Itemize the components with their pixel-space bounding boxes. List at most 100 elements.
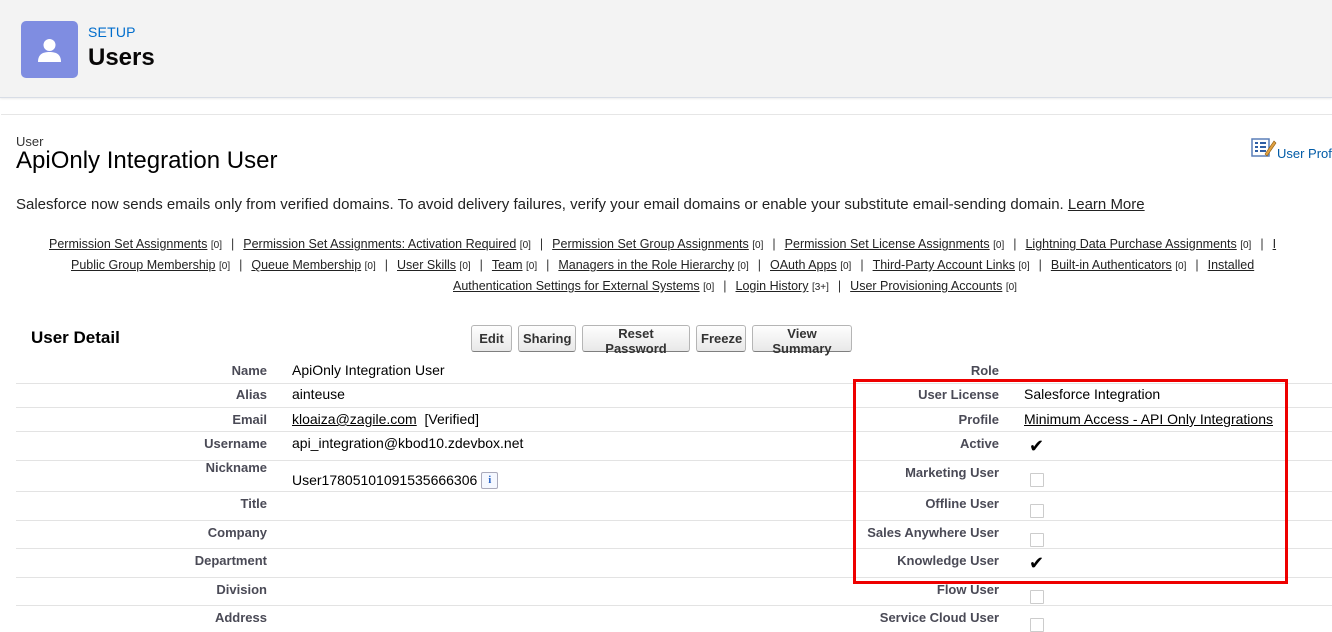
related-list-separator: |: [539, 237, 544, 251]
view-summary-button[interactable]: View Summary: [752, 325, 852, 356]
learn-more-link[interactable]: Learn More: [1068, 196, 1145, 213]
detail-button-bar: Edit Sharing Reset Password Freeze View …: [471, 325, 852, 356]
email-link[interactable]: kloaiza@zagile.com: [292, 411, 417, 427]
notice-text: Salesforce now sends emails only from ve…: [16, 196, 1064, 213]
related-list-separator: |: [239, 258, 243, 272]
related-list-count: [0]: [210, 240, 223, 251]
related-list-link[interactable]: Managers in the Role Hierarchy: [558, 258, 734, 272]
field-value-text: User17805101091535666306: [292, 472, 478, 488]
related-list-separator: |: [1195, 258, 1199, 272]
page-header: SETUP Users: [0, 0, 1332, 98]
field-label: Role: [970, 363, 999, 378]
related-list-link[interactable]: Third-Party Account Links: [873, 258, 1015, 272]
profile-link[interactable]: Minimum Access - API Only Integrations: [1024, 411, 1273, 427]
related-list-link[interactable]: I: [1273, 237, 1276, 251]
related-list-link[interactable]: Lightning Data Purchase Assignments: [1025, 237, 1236, 251]
field-label: Service Cloud User: [879, 610, 999, 625]
field-value: ApiOnly Integration User: [292, 362, 445, 378]
row-divider: [16, 383, 1332, 384]
info-icon[interactable]: i: [481, 472, 499, 489]
row-divider: [16, 491, 1332, 492]
related-list-separator: |: [757, 258, 761, 272]
field-label: Name: [231, 363, 267, 378]
related-list-separator: |: [1038, 258, 1042, 272]
related-list-separator: |: [546, 258, 550, 272]
related-list-link[interactable]: Permission Set Group Assignments: [552, 237, 749, 251]
reset-password-button[interactable]: Reset Password: [582, 325, 690, 356]
related-list-link[interactable]: Authentication Settings for External Sys…: [453, 279, 700, 293]
field-label: User License: [918, 387, 999, 402]
related-list-link[interactable]: OAuth Apps: [770, 258, 837, 272]
field-label: Knowledge User: [897, 553, 999, 568]
related-list-link[interactable]: Queue Membership: [251, 258, 361, 272]
field-label: Company: [207, 525, 267, 540]
field-label: Offline User: [925, 496, 999, 511]
related-list-separator: |: [231, 237, 235, 251]
row-divider: [16, 605, 1332, 606]
field-label: Active: [959, 436, 999, 451]
related-list-count: [0]: [993, 240, 1005, 251]
field-label: Email: [232, 412, 267, 427]
related-list-link[interactable]: Installed: [1208, 258, 1255, 272]
user-detail-title: User Detail: [31, 328, 120, 347]
related-list-separator: |: [479, 258, 483, 272]
related-list-count: [0]: [364, 261, 376, 272]
related-list-count: [0]: [519, 240, 531, 251]
related-list-count: [0]: [840, 261, 852, 272]
freeze-button[interactable]: Freeze: [696, 325, 746, 352]
field-value: Salesforce Integration: [1024, 386, 1160, 402]
checked-checkbox-icon: ✔: [1029, 436, 1045, 456]
related-list-link[interactable]: Team: [492, 258, 523, 272]
row-divider: [16, 431, 1332, 432]
field-label: Username: [204, 436, 267, 451]
field-label: Alias: [235, 387, 267, 402]
field-label: Department: [194, 553, 267, 568]
related-list-link[interactable]: User Provisioning Accounts: [850, 279, 1002, 293]
row-divider: [16, 407, 1332, 408]
field-label: Nickname: [205, 460, 267, 475]
related-list-count: [0]: [219, 261, 231, 272]
related-list-separator: |: [1013, 237, 1017, 251]
page-title: Users: [88, 44, 155, 71]
related-list-link[interactable]: User Skills: [397, 258, 456, 272]
edit-button[interactable]: Edit: [471, 325, 512, 352]
related-list-link[interactable]: Built-in Authenticators: [1051, 258, 1172, 272]
related-list-separator: |: [1260, 237, 1264, 251]
related-list-link[interactable]: Public Group Membership: [71, 258, 216, 272]
related-list-count: [0]: [1018, 261, 1030, 272]
related-list-row-2: Public Group Membership [0] | Queue Member…: [71, 258, 1254, 272]
field-label: Title: [240, 496, 268, 511]
field-value-text: ApiOnly Integration User: [292, 362, 445, 378]
related-list-separator: |: [723, 279, 727, 293]
field-value: Minimum Access - API Only Integrations: [1024, 411, 1273, 427]
field-label: Sales Anywhere User: [867, 525, 999, 540]
field-value-text: Salesforce Integration: [1024, 386, 1161, 402]
related-list-link[interactable]: Permission Set Assignments: [49, 237, 207, 251]
unchecked-checkbox: [1030, 618, 1044, 632]
field-label: Address: [214, 610, 267, 625]
setup-breadcrumb[interactable]: SETUP: [88, 24, 136, 40]
related-list-link[interactable]: Permission Set License Assignments: [785, 237, 990, 251]
row-divider: [16, 520, 1332, 521]
related-list-count: [3+]: [811, 282, 829, 293]
field-label: Flow User: [936, 582, 999, 597]
profile-edit-icon[interactable]: [1251, 137, 1277, 164]
related-list-separator: |: [384, 258, 389, 272]
related-list-count: [0]: [525, 261, 538, 272]
field-value: api_integration@kbod10.zdevbox.net: [292, 435, 523, 451]
related-list-row-3: Authentication Settings for External Sys…: [453, 279, 1017, 293]
sharing-button[interactable]: Sharing: [518, 325, 576, 352]
related-list-link[interactable]: Login History: [736, 279, 809, 293]
unchecked-checkbox: [1030, 533, 1044, 547]
field-label: Profile: [958, 412, 999, 427]
unchecked-checkbox: [1030, 590, 1044, 604]
related-list-count: [0]: [737, 261, 749, 272]
user-profile-link[interactable]: User Prof: [1277, 146, 1332, 161]
unchecked-checkbox: [1030, 473, 1044, 487]
row-divider: [16, 577, 1332, 578]
related-list-link[interactable]: Permission Set Assignments: Activation R…: [243, 237, 516, 251]
row-divider: [16, 548, 1332, 549]
field-value: kloaiza@zagile.com [Verified]: [292, 411, 479, 427]
related-list-separator: |: [772, 237, 776, 251]
field-label: Division: [216, 582, 267, 597]
